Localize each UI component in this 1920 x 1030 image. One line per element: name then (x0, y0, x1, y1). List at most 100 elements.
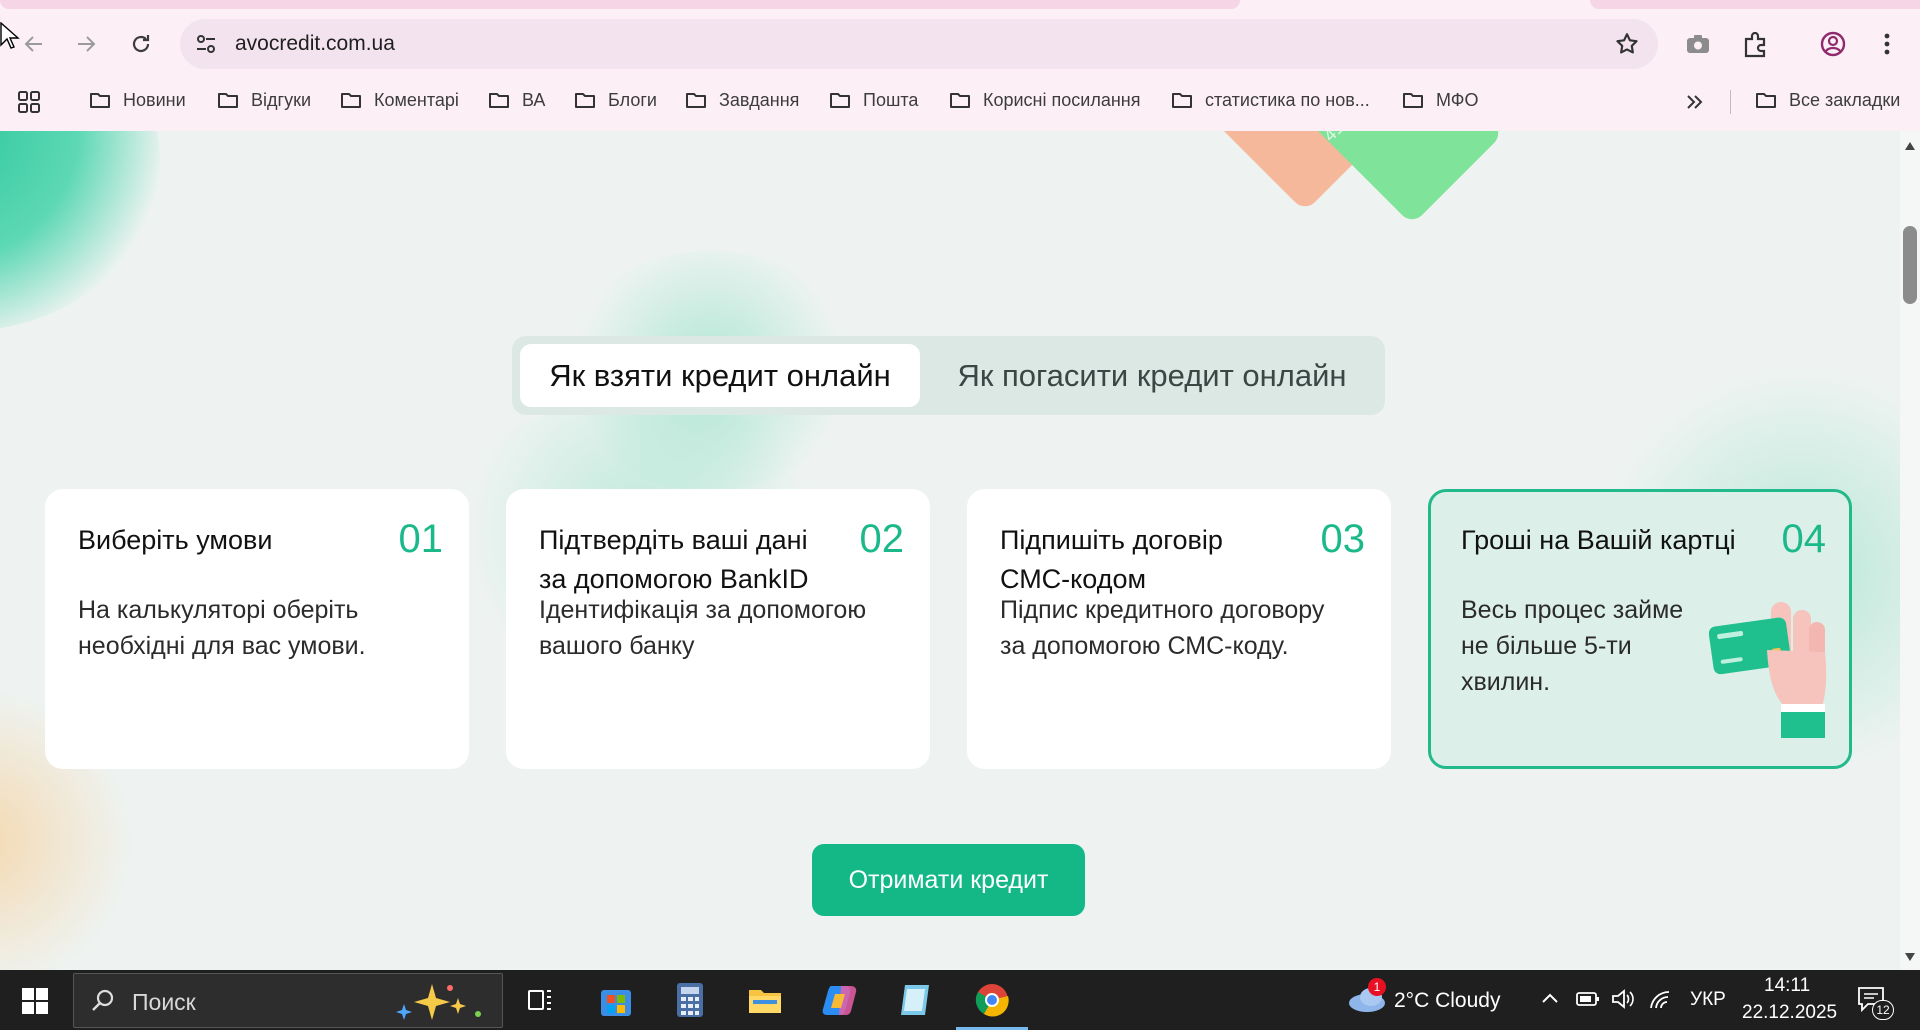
loan-guide-tabs: Як взяти кредит онлайн Як погасити креди… (512, 336, 1385, 415)
forward-button[interactable] (66, 24, 106, 64)
reload-icon (132, 35, 150, 53)
folder-icon (1756, 93, 1776, 108)
apps-grid-icon[interactable] (16, 89, 42, 115)
network-icon[interactable] (1648, 988, 1674, 1012)
bookmark-label: статистика по нов... (1205, 89, 1370, 110)
bookmark-folder[interactable]: Корисні посилання (949, 86, 1140, 114)
step-number: 01 (398, 517, 444, 561)
weather-badge: 1 (1368, 978, 1386, 996)
step-number: 02 (859, 517, 905, 561)
notes-app-button[interactable] (893, 978, 937, 1022)
file-explorer-button[interactable] (743, 978, 787, 1022)
keyboard-language[interactable]: УКР (1690, 989, 1726, 1011)
arrow-left-icon (24, 36, 42, 52)
bookmark-label: Новини (123, 89, 186, 110)
browser-chrome: avocredit.com.ua Новини Відгуки Коментар… (0, 0, 1920, 131)
notifications-count: 12 (1872, 1000, 1894, 1020)
step-description: Підпис кредитного договору за допомогою … (1000, 596, 1325, 660)
copilot-app-button[interactable] (818, 978, 862, 1022)
step-title: Підпишіть договір СМС-кодом (1000, 525, 1223, 594)
folder-icon (1403, 93, 1423, 108)
store-icon (601, 990, 631, 1016)
bookmark-folder[interactable]: Блоги (574, 86, 657, 114)
bookmark-label: Відгуки (251, 89, 312, 110)
arrow-right-icon (78, 36, 96, 52)
browser-tab[interactable] (0, 0, 1240, 9)
menu-kebab-icon[interactable] (1872, 29, 1902, 59)
bookmark-star-icon[interactable] (1614, 31, 1640, 57)
calculator-button[interactable] (668, 978, 712, 1022)
bookmark-label: Коментарі (374, 89, 459, 110)
clock-date[interactable]: 22.12.2025 (1742, 1002, 1837, 1024)
taskbar-search-box[interactable]: Поиск (73, 973, 503, 1028)
folder-icon (1172, 93, 1192, 108)
site-settings-icon[interactable] (194, 32, 218, 56)
chrome-taskbar-button[interactable] (970, 978, 1014, 1022)
step-card: Підтвердіть ваші дані за допомогою BankI… (506, 489, 930, 769)
bookmark-label: Завдання (719, 89, 800, 110)
page-scrollbar[interactable] (1900, 131, 1920, 970)
folder-icon (90, 93, 110, 108)
task-view-icon (528, 990, 551, 1010)
search-placeholder: Поиск (132, 989, 196, 1015)
back-button[interactable] (14, 24, 54, 64)
folder-icon (950, 93, 970, 108)
address-bar[interactable]: avocredit.com.ua (180, 19, 1658, 69)
tab-take-loan[interactable]: Як взяти кредит онлайн (520, 344, 920, 407)
get-credit-button[interactable]: Отримати кредит (812, 844, 1085, 916)
scrollbar-thumb[interactable] (1903, 226, 1917, 304)
chrome-icon (975, 984, 1009, 1017)
folder-icon (489, 93, 509, 108)
battery-icon[interactable] (1575, 989, 1601, 1009)
hand-holding-card-icon (1709, 602, 1827, 738)
windows-start-icon[interactable] (22, 988, 48, 1014)
step-card-active: Гроші на Вашій картці 04 Весь процес зай… (1428, 489, 1852, 769)
search-icon (92, 989, 114, 1011)
volume-icon[interactable] (1610, 987, 1636, 1011)
windows-taskbar: Поиск 1 2°C Cloudy УКР 14:11 22.12.2025 (0, 970, 1920, 1030)
task-view-button[interactable] (518, 978, 562, 1022)
microsoft-store-button[interactable] (594, 978, 638, 1022)
extensions-icon[interactable] (1740, 29, 1770, 59)
step-description: Весь процес займе не більше 5-ти хвилин. (1461, 596, 1684, 696)
folder-icon (341, 93, 361, 108)
bookmark-label: Пошта (863, 89, 919, 110)
camera-icon[interactable] (1683, 29, 1713, 59)
bookmark-folder[interactable]: статистика по нов... (1171, 86, 1370, 114)
weather-text[interactable]: 2°C Cloudy (1394, 989, 1500, 1013)
all-bookmarks-label: Все закладки (1789, 89, 1901, 110)
bookmark-folder[interactable]: Новини (89, 86, 186, 114)
scroll-down-icon[interactable] (1904, 952, 1916, 962)
tab-repay-loan[interactable]: Як погасити кредит онлайн (932, 344, 1372, 407)
reload-button[interactable] (121, 24, 161, 64)
browser-tab[interactable] (1590, 0, 1920, 9)
all-bookmarks-button[interactable]: Все закладки (1755, 86, 1900, 114)
url-text[interactable]: avocredit.com.ua (235, 32, 395, 56)
step-title: Гроші на Вашій картці (1461, 525, 1736, 555)
bookmark-folder[interactable]: Відгуки (217, 86, 311, 114)
calculator-icon (677, 983, 703, 1017)
bookmark-label: Корисні посилання (983, 89, 1141, 110)
copilot-sparkle-icon (396, 984, 481, 1020)
chevron-double-right-icon[interactable] (1683, 90, 1707, 114)
folder-icon (830, 93, 850, 108)
folder-icon (575, 93, 595, 108)
profile-icon[interactable] (1818, 29, 1848, 59)
bookmark-folder[interactable]: Завдання (685, 86, 799, 114)
folder-icon (218, 93, 238, 108)
step-description: На калькуляторі оберіть необхідні для ва… (78, 596, 366, 660)
scroll-up-icon[interactable] (1904, 141, 1916, 151)
chevron-up-icon[interactable] (1540, 990, 1560, 1006)
bookmark-folder[interactable]: МФО (1402, 86, 1478, 114)
bookmark-folder[interactable]: Пошта (829, 86, 918, 114)
navigation-bar: avocredit.com.ua (0, 16, 1920, 72)
step-title: Підтвердіть ваші дані за допомогою BankI… (539, 525, 809, 594)
notes-icon (901, 985, 929, 1015)
bookmark-folder[interactable]: Коментарі (340, 86, 459, 114)
step-number: 03 (1320, 517, 1366, 561)
bookmarks-bar: Новини Відгуки Коментарі ВА Блоги Завдан… (0, 80, 1920, 120)
bookmark-label: Блоги (608, 89, 657, 110)
bookmark-folder[interactable]: ВА (488, 86, 545, 114)
clock-time[interactable]: 14:11 (1764, 975, 1810, 997)
decorative-blob (0, 131, 160, 331)
